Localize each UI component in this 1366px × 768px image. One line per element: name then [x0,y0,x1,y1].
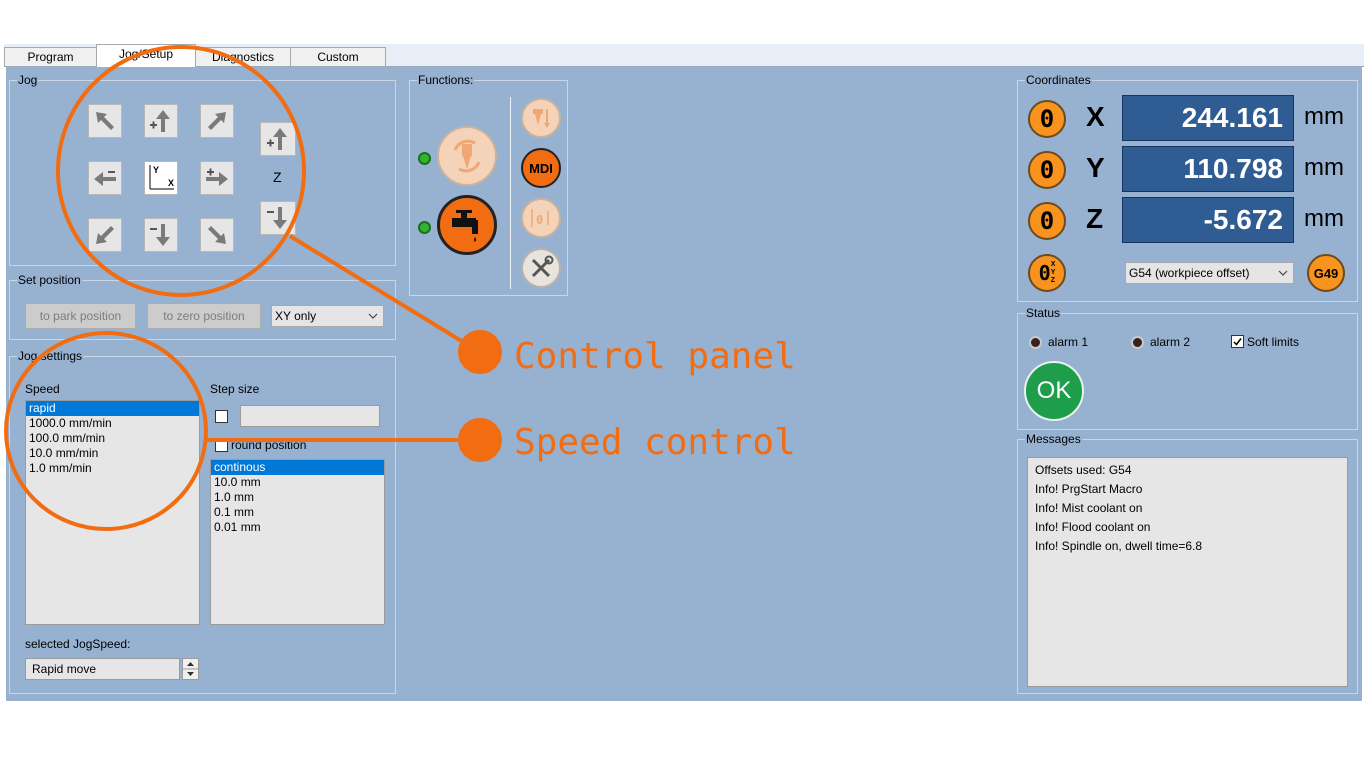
speed-control-highlight [4,331,208,531]
annotation-overlay [4,45,502,531]
control-panel-connector [288,234,470,347]
control-panel-highlight [56,45,306,297]
speed-control-marker [458,418,502,462]
control-panel-marker [458,330,502,374]
control-panel-annotation: Control panel [514,336,796,377]
speed-control-annotation: Speed control [514,422,796,463]
